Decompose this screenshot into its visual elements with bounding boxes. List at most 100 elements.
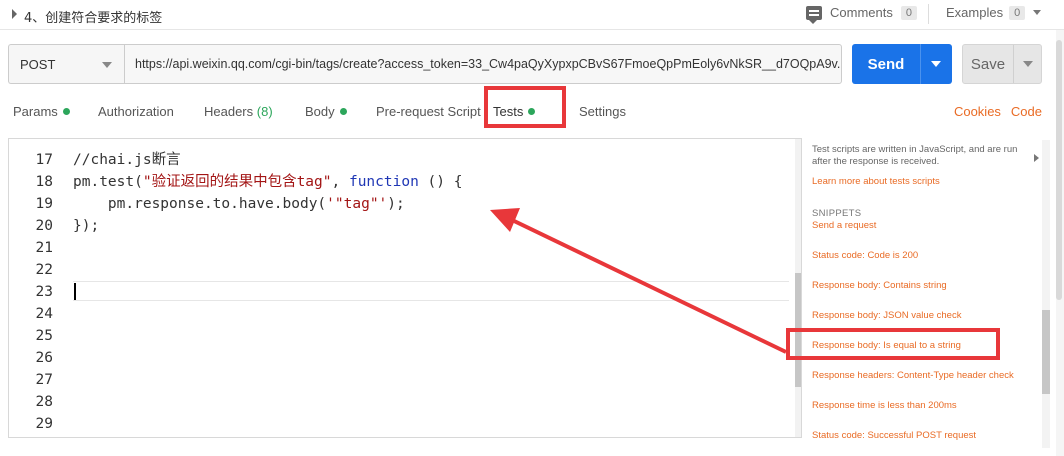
editor-line: 19 pm.response.to.have.body('"tag"');: [9, 193, 801, 215]
line-number: 27: [35, 372, 53, 388]
editor-line: 29: [9, 413, 801, 435]
status-dot-icon: [62, 108, 70, 115]
tab-authorization-label: Authorization: [98, 104, 174, 119]
line-number: 18: [35, 174, 53, 190]
chevron-down-icon: [1033, 10, 1042, 15]
snippet-status-code-200[interactable]: Status code: Code is 200: [812, 250, 918, 261]
snippet-response-time[interactable]: Response time is less than 200ms: [812, 400, 957, 411]
comments-label: Comments: [830, 5, 893, 20]
code-string-token: '"tag"': [326, 196, 388, 212]
code-editor[interactable]: 17 //chai.js断言 18 pm.test("验证返回的结果中包含tag…: [8, 138, 802, 438]
tab-params[interactable]: Params: [13, 104, 70, 119]
snippet-content-type-check[interactable]: Response headers: Content-Type header ch…: [812, 370, 1014, 381]
code-token: ,: [331, 174, 349, 190]
collapse-panel-arrow-icon[interactable]: [1034, 154, 1039, 162]
snippet-json-value-check[interactable]: Response body: JSON value check: [812, 310, 961, 321]
snippet-body-contains-string[interactable]: Response body: Contains string: [812, 280, 947, 291]
tests-description: Test scripts are written in JavaScript, …: [812, 144, 1018, 167]
save-button[interactable]: Save: [962, 44, 1042, 84]
code-keyword-token: function: [348, 174, 419, 190]
send-split-divider: [920, 44, 921, 84]
tab-authorization[interactable]: Authorization: [98, 104, 174, 119]
comments-button[interactable]: Comments 0: [806, 5, 917, 24]
line-number: 24: [35, 306, 53, 322]
tabs-right-links: Cookies Code: [954, 104, 1042, 119]
line-code: //chai.js断言: [73, 152, 181, 168]
send-label: Send: [867, 55, 905, 73]
editor-line: 27: [9, 369, 801, 391]
header-divider: [928, 4, 929, 24]
editor-line: 26: [9, 347, 801, 369]
line-code: pm.test("验证返回的结果中包含tag", function () {: [73, 171, 462, 193]
cookies-link[interactable]: Cookies: [954, 104, 1001, 119]
annotation-highlight-snippet: [786, 328, 1000, 360]
line-number: 25: [35, 328, 53, 344]
line-number: 17: [35, 152, 53, 168]
tab-prerequest-label: Pre-request Script: [376, 104, 481, 119]
code-token: pm.response.to.have.body(: [73, 196, 327, 212]
current-line-highlight: [73, 281, 789, 301]
editor-line: 28: [9, 391, 801, 413]
snippets-panel: Test scripts are written in JavaScript, …: [812, 138, 1048, 448]
tab-headers[interactable]: Headers (8): [204, 104, 273, 119]
snippet-send-request[interactable]: Send a request: [812, 220, 876, 231]
code-token: () {: [418, 174, 463, 190]
send-button[interactable]: Send: [852, 44, 952, 84]
line-number: 21: [35, 240, 53, 256]
line-code: });: [73, 218, 100, 234]
snippets-scrollbar-thumb[interactable]: [1042, 310, 1050, 394]
code-token: pm.test(: [73, 174, 143, 190]
tab-body[interactable]: Body: [305, 104, 347, 119]
editor-line: 22: [9, 259, 801, 281]
page-scrollbar-thumb[interactable]: [1056, 40, 1062, 300]
examples-count-badge: 0: [1009, 5, 1026, 20]
comments-count-badge: 0: [900, 5, 917, 20]
page-scrollbar[interactable]: [1056, 30, 1064, 456]
save-split-divider: [1013, 45, 1014, 83]
chevron-down-icon: [102, 62, 112, 68]
text-cursor: [74, 283, 76, 300]
send-options-chevron-icon[interactable]: [931, 61, 941, 67]
editor-line: 20 });: [9, 215, 801, 237]
url-value: https://api.weixin.qq.com/cgi-bin/tags/c…: [135, 57, 842, 71]
request-title-bar: 4、创建符合要求的标签 Comments 0 Examples 0: [0, 0, 1064, 30]
snippets-scrollbar[interactable]: [1042, 140, 1050, 448]
annotation-highlight-tests: [484, 86, 566, 128]
editor-line: 21: [9, 237, 801, 259]
line-number: 28: [35, 394, 53, 410]
save-label: Save: [970, 55, 1006, 73]
headers-count: (8): [256, 104, 273, 119]
snippet-successful-post[interactable]: Status code: Successful POST request: [812, 430, 976, 441]
code-token: );: [387, 196, 405, 212]
save-options-chevron-icon[interactable]: [1023, 61, 1033, 67]
tab-pre-request-script[interactable]: Pre-request Script: [376, 104, 481, 119]
code-link[interactable]: Code: [1011, 104, 1042, 119]
tab-settings-label: Settings: [579, 104, 626, 119]
method-value: POST: [20, 56, 56, 72]
method-select[interactable]: POST: [8, 44, 124, 84]
snippets-heading: SNIPPETS: [812, 208, 862, 219]
learn-more-link[interactable]: Learn more about tests scripts: [812, 176, 940, 187]
tab-body-label: Body: [305, 104, 335, 119]
comment-icon: [806, 5, 822, 24]
line-number: 19: [35, 196, 53, 212]
request-title: 4、创建符合要求的标签: [24, 11, 163, 26]
editor-line: 18 pm.test("验证返回的结果中包含tag", function () …: [9, 171, 801, 193]
tab-settings[interactable]: Settings: [579, 104, 626, 119]
status-dot-icon: [339, 108, 347, 115]
code-string-token: "验证返回的结果中包含tag": [142, 174, 332, 190]
editor-line: 25: [9, 325, 801, 347]
editor-scrollbar[interactable]: [795, 139, 801, 437]
editor-line: 24: [9, 303, 801, 325]
tab-params-label: Params: [13, 104, 58, 119]
line-number: 20: [35, 218, 53, 234]
line-number: 22: [35, 262, 53, 278]
editor-line: 17 //chai.js断言: [9, 149, 801, 171]
tab-headers-label: Headers: [204, 104, 254, 119]
url-input[interactable]: https://api.weixin.qq.com/cgi-bin/tags/c…: [124, 44, 842, 84]
line-number: 26: [35, 350, 53, 366]
line-number: 23: [35, 284, 53, 300]
line-code: pm.response.to.have.body('"tag"');: [73, 193, 405, 215]
examples-dropdown[interactable]: Examples 0: [946, 5, 1042, 20]
expand-caret-icon[interactable]: [12, 9, 17, 19]
